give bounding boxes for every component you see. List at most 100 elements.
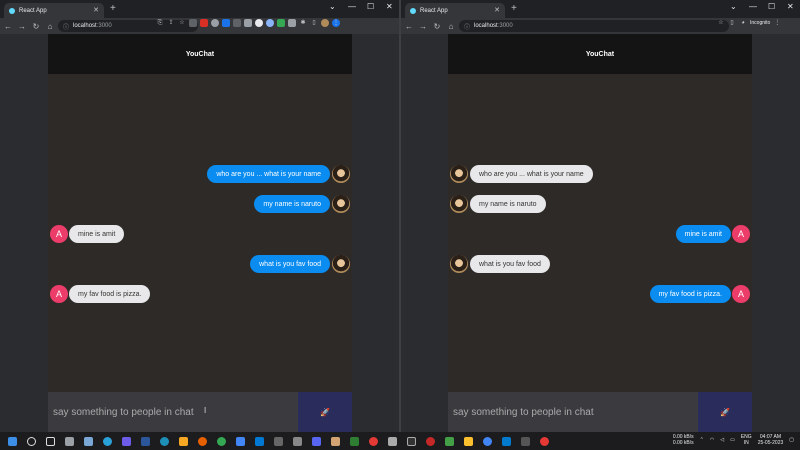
profile-avatar-icon[interactable] bbox=[321, 19, 329, 27]
forward-icon[interactable]: → bbox=[16, 22, 28, 31]
language-indicator[interactable]: ENG IN bbox=[741, 434, 752, 446]
app-header: YouChat bbox=[48, 34, 352, 74]
app-title: YouChat bbox=[185, 50, 215, 58]
react-favicon-icon bbox=[410, 7, 416, 14]
notification-icon[interactable]: ▢ bbox=[789, 437, 794, 443]
taskbar-app-icon[interactable] bbox=[293, 436, 302, 446]
extension-icon[interactable] bbox=[233, 19, 241, 27]
send-button[interactable]: 🚀 bbox=[298, 392, 352, 432]
rocket-icon: 🚀 bbox=[320, 407, 330, 417]
extension-icon[interactable] bbox=[200, 19, 208, 27]
bookmark-star-icon[interactable]: ☆ bbox=[717, 19, 725, 27]
side-panel-icon[interactable]: ▯ bbox=[310, 19, 318, 27]
start-windows-icon[interactable] bbox=[8, 436, 17, 446]
tab-search-icon[interactable]: ⌄ bbox=[329, 2, 336, 11]
extension-icon[interactable] bbox=[288, 19, 296, 27]
taskbar-app-icon[interactable] bbox=[464, 436, 473, 446]
extension-icon[interactable] bbox=[211, 19, 219, 27]
letter-avatar: A bbox=[732, 285, 750, 303]
minimize-icon[interactable]: — bbox=[348, 2, 356, 11]
close-window-icon[interactable]: ✕ bbox=[787, 2, 794, 11]
naruto-avatar bbox=[450, 165, 468, 183]
taskbar-app-icon[interactable] bbox=[84, 436, 93, 446]
word-icon[interactable] bbox=[141, 436, 150, 446]
chat-app: YouChat who are you ... what is your nam… bbox=[48, 34, 352, 432]
new-tab-icon[interactable]: + bbox=[110, 3, 116, 14]
terminal-icon[interactable] bbox=[407, 436, 416, 446]
taskbar-app-icon[interactable] bbox=[521, 436, 530, 446]
maximize-icon[interactable]: ☐ bbox=[367, 2, 374, 11]
taskbar-app-icon[interactable] bbox=[350, 436, 359, 446]
record-icon[interactable] bbox=[540, 436, 549, 446]
battery-icon[interactable]: ▭ bbox=[730, 437, 735, 443]
extension-icon[interactable] bbox=[255, 19, 263, 27]
taskbar-app-icon[interactable] bbox=[65, 436, 74, 446]
file-explorer-icon[interactable] bbox=[179, 436, 188, 446]
taskbar-app-icon[interactable] bbox=[312, 436, 321, 446]
extension-icon[interactable] bbox=[222, 19, 230, 27]
address-bar[interactable]: ⓘ localhost:3000 bbox=[459, 20, 729, 32]
back-icon[interactable]: ← bbox=[2, 22, 14, 31]
task-view-icon[interactable] bbox=[46, 436, 55, 446]
message-row: mine is amit A bbox=[448, 224, 752, 244]
wifi-icon[interactable]: ◠ bbox=[710, 437, 714, 443]
close-tab-icon[interactable]: ✕ bbox=[93, 6, 99, 14]
opera-icon[interactable] bbox=[369, 436, 378, 446]
incognito-label[interactable]: Incognito bbox=[750, 19, 770, 27]
taskbar-app-icon[interactable] bbox=[388, 436, 397, 446]
taskbar-app-icon[interactable] bbox=[426, 436, 435, 446]
share-icon[interactable]: ⇪ bbox=[167, 19, 175, 27]
install-icon[interactable]: ⎘ bbox=[156, 19, 164, 27]
taskbar-app-icon[interactable] bbox=[445, 436, 454, 446]
url-host: localhost bbox=[73, 23, 97, 29]
send-button[interactable]: 🚀 bbox=[698, 392, 752, 432]
extension-icon[interactable] bbox=[266, 19, 274, 27]
extensions-puzzle-icon[interactable]: ✱ bbox=[299, 19, 307, 27]
clock[interactable]: 04:07 AM 25-05-2023 bbox=[758, 434, 784, 446]
chrome-icon[interactable] bbox=[483, 436, 492, 446]
reload-icon[interactable]: ↻ bbox=[431, 22, 443, 31]
volume-icon[interactable]: ◁ bbox=[720, 437, 724, 443]
rocket-icon: 🚀 bbox=[720, 407, 730, 417]
extension-icon[interactable] bbox=[244, 19, 252, 27]
message-bubble: my fav food is pizza. bbox=[649, 285, 731, 303]
site-info-icon[interactable]: ⓘ bbox=[63, 22, 69, 31]
reload-icon[interactable]: ↻ bbox=[30, 22, 42, 31]
taskbar-app-icon[interactable] bbox=[331, 436, 340, 446]
menu-kebab-icon[interactable]: ⋮ bbox=[773, 19, 781, 27]
new-tab-icon[interactable]: + bbox=[511, 3, 517, 14]
bookmark-star-icon[interactable]: ☆ bbox=[178, 19, 186, 27]
home-icon[interactable]: ⌂ bbox=[445, 22, 457, 31]
tab-search-icon[interactable]: ⌄ bbox=[730, 2, 737, 11]
minimize-icon[interactable]: — bbox=[749, 2, 757, 11]
message-input[interactable]: say something to people in chat bbox=[448, 392, 698, 432]
menu-kebab-icon[interactable]: ⋮ bbox=[332, 19, 340, 27]
close-window-icon[interactable]: ✕ bbox=[386, 2, 393, 11]
site-info-icon[interactable]: ⓘ bbox=[464, 22, 470, 31]
forward-icon[interactable]: → bbox=[417, 22, 429, 31]
maximize-icon[interactable]: ☐ bbox=[768, 2, 775, 11]
extension-icon[interactable] bbox=[277, 19, 285, 27]
browser-tab[interactable]: React App ✕ bbox=[405, 3, 505, 18]
search-icon[interactable] bbox=[27, 436, 36, 446]
home-icon[interactable]: ⌂ bbox=[44, 22, 56, 31]
back-icon[interactable]: ← bbox=[403, 22, 415, 31]
side-panel-icon[interactable]: ▯ bbox=[728, 19, 736, 27]
mail-icon[interactable] bbox=[255, 436, 264, 446]
firefox-icon[interactable] bbox=[198, 436, 207, 446]
extension-icon[interactable] bbox=[189, 19, 197, 27]
chevron-up-icon[interactable]: ⌃ bbox=[700, 437, 704, 443]
taskbar-app-icon[interactable] bbox=[236, 436, 245, 446]
telegram-icon[interactable] bbox=[103, 436, 112, 446]
close-tab-icon[interactable]: ✕ bbox=[494, 6, 500, 14]
taskbar-app-icon[interactable] bbox=[122, 436, 131, 446]
taskbar-app-icon[interactable] bbox=[274, 436, 283, 446]
taskbar-app-icon[interactable] bbox=[217, 436, 226, 446]
message-input[interactable]: say something to people in chat bbox=[48, 392, 298, 432]
letter-avatar: A bbox=[732, 225, 750, 243]
system-tray: 0.00 kB/s 0.00 kB/s ⌃ ◠ ◁ ▭ ENG IN 04:07… bbox=[673, 434, 794, 446]
edge-icon[interactable] bbox=[160, 436, 169, 446]
url-host: localhost bbox=[474, 23, 498, 29]
browser-tab[interactable]: React App ✕ bbox=[4, 3, 104, 18]
vscode-icon[interactable] bbox=[502, 436, 511, 446]
